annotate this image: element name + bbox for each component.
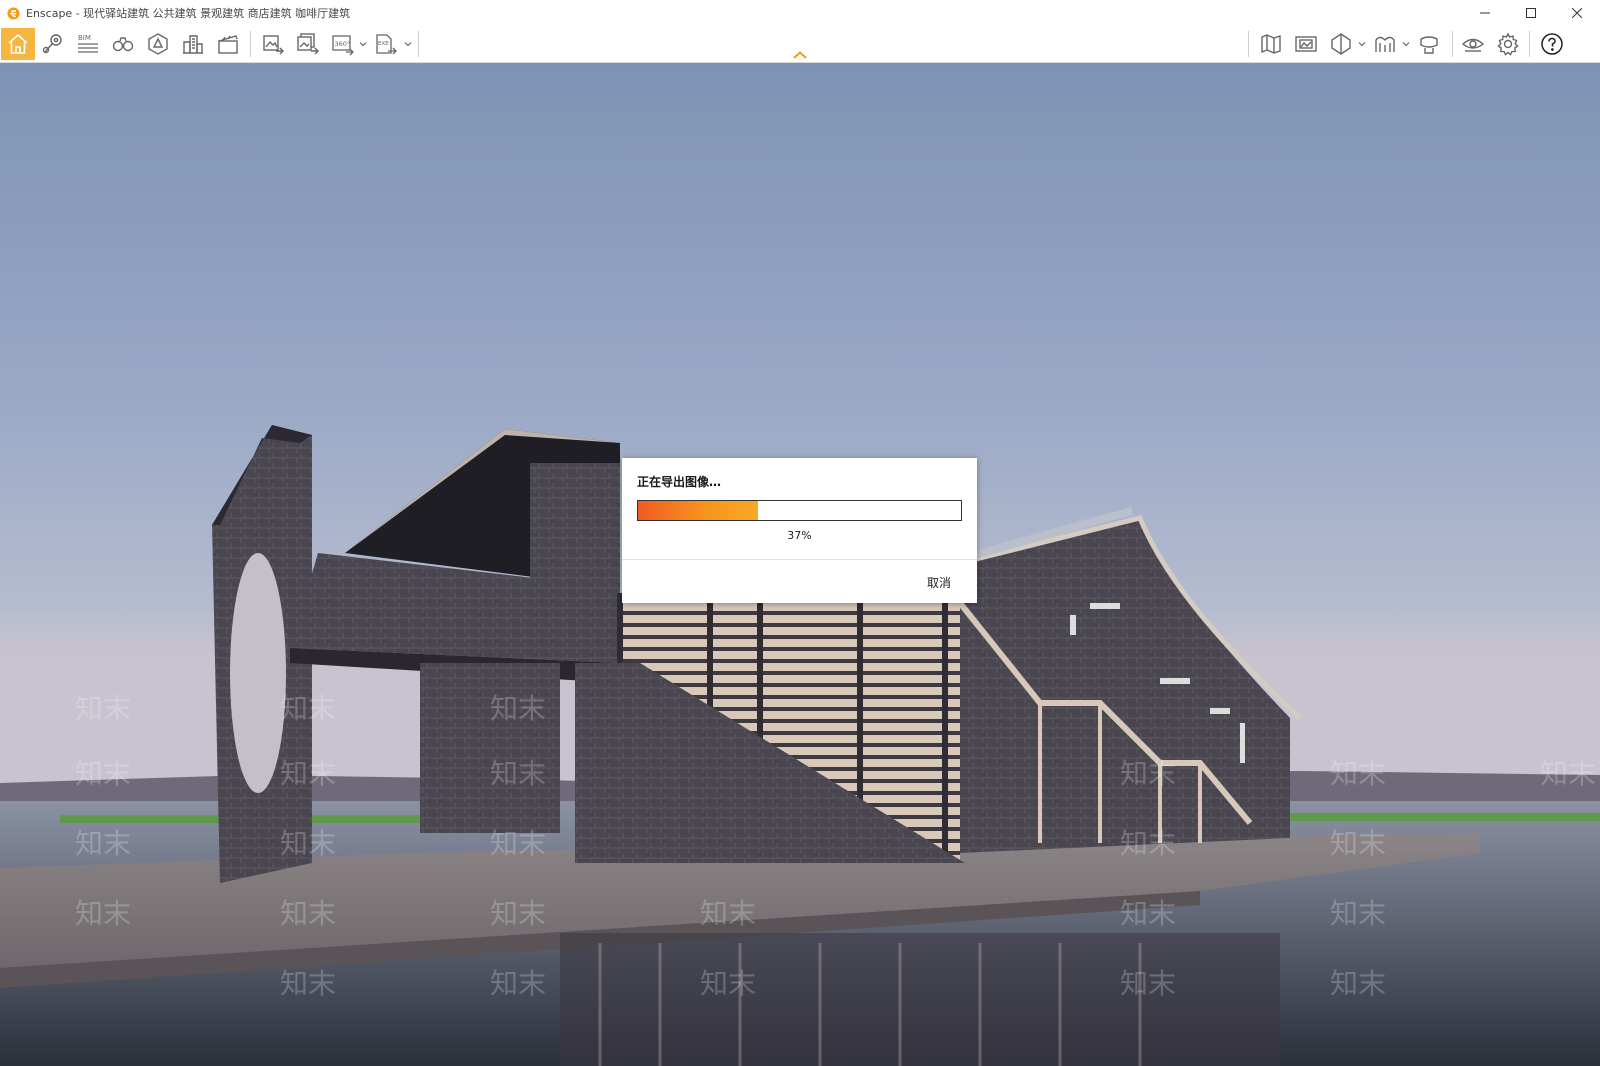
panorama-label: 360° (335, 40, 351, 48)
svg-text:知末: 知末 (1330, 897, 1386, 930)
toolbar-separator (418, 31, 419, 57)
close-button[interactable] (1554, 0, 1600, 26)
svg-text:知末: 知末 (1120, 827, 1176, 860)
maximize-icon (1526, 8, 1536, 18)
svg-text:知末: 知末 (1120, 757, 1176, 790)
panorama-360-icon: 360° (332, 35, 354, 56)
window-controls (1462, 0, 1600, 26)
minimize-button[interactable] (1462, 0, 1508, 26)
svg-text:知末: 知末 (490, 897, 546, 930)
export-image-icon (263, 35, 284, 55)
svg-text:知末: 知末 (1330, 757, 1386, 790)
video-editor-button[interactable] (211, 28, 245, 60)
window-title: Enscape - 现代驿站建筑 公共建筑 景观建筑 商店建筑 咖啡厅建筑 (26, 7, 351, 20)
home-icon (8, 33, 28, 54)
svg-text:知末: 知末 (490, 757, 546, 790)
batch-export-icon (297, 33, 319, 55)
svg-text:知末: 知末 (700, 897, 756, 930)
toolbar-separator (250, 31, 251, 57)
vr-dropdown-caret-icon[interactable] (1402, 40, 1410, 48)
svg-text:知末: 知末 (75, 897, 131, 930)
panorama-button[interactable]: 360° (326, 28, 360, 60)
buildings-button[interactable] (176, 28, 210, 60)
view-mode-dropdown-caret-icon[interactable] (1358, 40, 1366, 48)
map-icon (1261, 34, 1281, 54)
settings-gear-icon (1497, 32, 1519, 56)
toolbar-separator (1452, 31, 1453, 57)
buildings-icon (183, 35, 203, 54)
home-button[interactable] (1, 28, 35, 60)
toolbar-separator (1529, 31, 1530, 57)
svg-text:知末: 知末 (490, 827, 546, 860)
screenshot-manager-icon (1295, 36, 1317, 52)
visual-settings-button[interactable] (1456, 28, 1490, 60)
svg-text:知末: 知末 (1540, 757, 1596, 790)
vr-button[interactable] (1368, 28, 1402, 60)
toolbar-separator (1248, 31, 1249, 57)
progress-percentage: 37% (787, 529, 812, 542)
cancel-button[interactable]: 取消 (923, 572, 955, 593)
location-pin-icon (42, 34, 62, 54)
vr-headset-icon (1375, 36, 1395, 52)
svg-text:知末: 知末 (280, 827, 336, 860)
display-icon (1420, 36, 1438, 54)
maximize-button[interactable] (1508, 0, 1554, 26)
views-button[interactable] (106, 28, 140, 60)
exe-label: EXE (378, 41, 389, 47)
bim-button[interactable]: BIM (71, 28, 105, 60)
svg-text:知末: 知末 (1330, 827, 1386, 860)
svg-text:知末: 知末 (75, 757, 131, 790)
batch-export-button[interactable] (291, 28, 325, 60)
svg-text:知末: 知末 (75, 692, 131, 725)
dialog-divider (622, 559, 977, 560)
eye-icon (1461, 38, 1485, 52)
settings-button[interactable] (1491, 28, 1525, 60)
title-bar: Enscape - 现代驿站建筑 公共建筑 景观建筑 商店建筑 咖啡厅建筑 (0, 0, 1600, 26)
collapse-toolbar-chevron-up-icon[interactable] (792, 50, 808, 60)
export-exe-button[interactable]: EXE (369, 28, 403, 60)
help-button[interactable] (1535, 28, 1569, 60)
svg-text:知末: 知末 (280, 692, 336, 725)
panorama-dropdown-caret-icon[interactable] (359, 40, 367, 48)
svg-text:知末: 知末 (75, 827, 131, 860)
export-image-button[interactable] (256, 28, 290, 60)
help-icon (1541, 33, 1563, 55)
svg-text:知末: 知末 (490, 692, 546, 725)
asset-library-button[interactable] (141, 28, 175, 60)
location-button[interactable] (36, 28, 70, 60)
view-cube-icon (1331, 33, 1351, 55)
dialog-title: 正在导出图像… (637, 475, 722, 489)
asset-library-icon (148, 33, 168, 55)
binoculars-icon (112, 37, 134, 52)
svg-text:知末: 知末 (1330, 967, 1386, 1000)
svg-text:知末: 知末 (280, 897, 336, 930)
clapperboard-icon (218, 35, 238, 54)
minimize-icon (1480, 12, 1490, 14)
export-exe-icon: EXE (376, 34, 397, 55)
view-mode-button[interactable] (1324, 28, 1358, 60)
export-progress-bar (637, 500, 962, 521)
svg-text:知末: 知末 (490, 967, 546, 1000)
bim-label: BIM (78, 34, 91, 42)
screenshot-manager-button[interactable] (1289, 28, 1323, 60)
export-progress-dialog: 正在导出图像… 37% 取消 (622, 458, 977, 603)
svg-text:知末: 知末 (700, 967, 756, 1000)
svg-text:知末: 知末 (1120, 967, 1176, 1000)
bim-icon: BIM (78, 34, 98, 53)
progress-bar-fill (638, 501, 758, 520)
svg-text:知末: 知末 (280, 757, 336, 790)
map-button[interactable] (1254, 28, 1288, 60)
svg-text:知末: 知末 (1120, 897, 1176, 930)
close-icon (1572, 8, 1582, 18)
enscape-logo-icon (7, 6, 20, 20)
display-button[interactable] (1412, 28, 1446, 60)
exe-dropdown-caret-icon[interactable] (404, 40, 412, 48)
svg-text:知末: 知末 (280, 967, 336, 1000)
